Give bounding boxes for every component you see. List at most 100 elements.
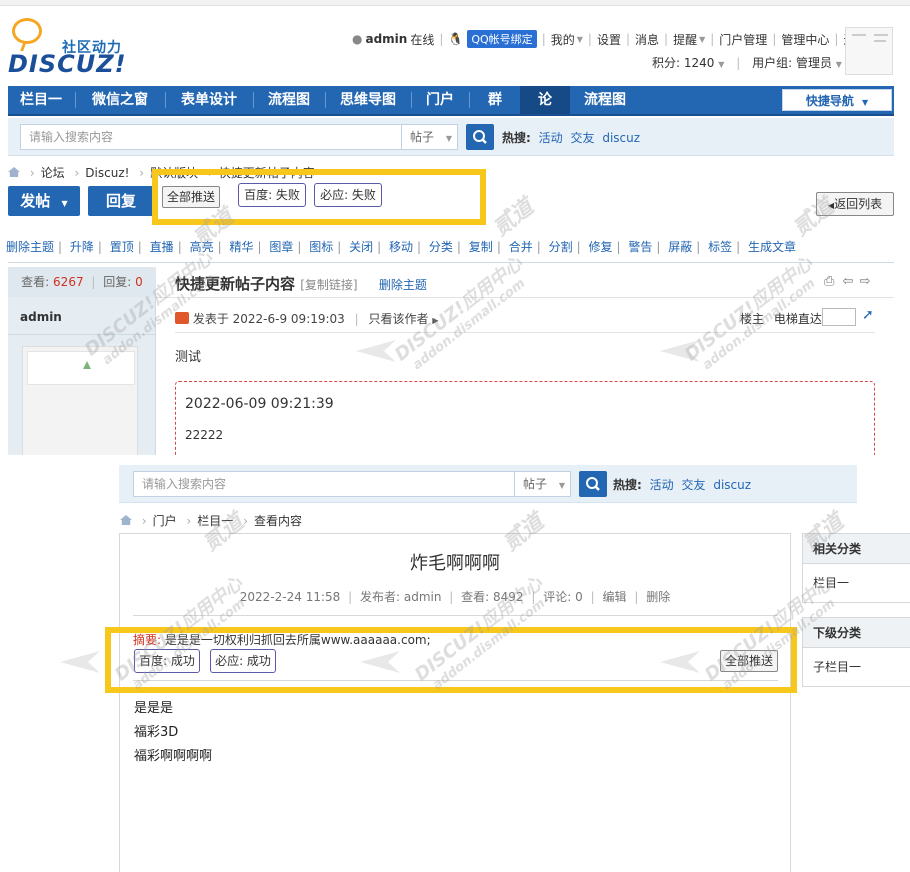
side-sub-item[interactable]: 子栏目一: [803, 648, 910, 686]
search-type-select[interactable]: 帖子 ▼: [515, 471, 571, 497]
crumb-forum[interactable]: 论坛: [41, 166, 65, 180]
search-input[interactable]: 请输入搜索内容: [20, 124, 402, 150]
hot-link-3[interactable]: discuz: [713, 478, 751, 492]
watermark-mark: 贰道: [488, 194, 539, 242]
crumb-portal[interactable]: 门户: [153, 514, 177, 528]
top-strip: [0, 0, 910, 6]
copy-link[interactable]: [复制链接]: [300, 278, 357, 292]
hot-link-2[interactable]: 交友: [570, 131, 594, 145]
prev-icon[interactable]: ⇦: [843, 274, 854, 289]
mod-action-10[interactable]: 移动: [389, 240, 413, 254]
article-comments[interactable]: 评论: 0: [543, 590, 583, 604]
quote-text: 22222: [185, 428, 224, 442]
menu-admin-center[interactable]: 管理中心: [781, 31, 829, 48]
hot-search: 热搜: 活动 交友 discuz: [502, 129, 640, 146]
menu-settings[interactable]: 设置: [597, 31, 621, 48]
mod-action-4[interactable]: 直播: [150, 240, 174, 254]
mod-action-14[interactable]: 分割: [549, 240, 573, 254]
delete-link[interactable]: 删除: [646, 590, 670, 604]
logo-text-en: DISCUZ!: [8, 50, 127, 78]
edit-link[interactable]: 编辑: [602, 590, 626, 604]
nav-item-1[interactable]: 栏目一: [8, 86, 74, 114]
author-name[interactable]: admin: [20, 310, 62, 324]
delete-thread-link[interactable]: 删除主题: [379, 278, 427, 292]
mod-action-2[interactable]: 升降: [70, 240, 94, 254]
side-sub: 下级分类 子栏目一: [802, 617, 910, 687]
home-icon[interactable]: [8, 167, 20, 177]
next-icon[interactable]: ⇨: [860, 274, 871, 289]
search-input[interactable]: 请输入搜索内容: [133, 471, 515, 497]
crumb-discuz[interactable]: Discuz!: [85, 166, 129, 180]
watermark-arrow-icon: [60, 651, 100, 673]
mod-action-15[interactable]: 修复: [588, 240, 612, 254]
post-meta: 发表于 2022-6-9 09:19:03 | 只看该作者 ▶: [175, 310, 439, 327]
usergroup-link[interactable]: 用户组: 管理员: [752, 56, 832, 70]
article-content: 是是是 福彩3D 福彩啊啊啊啊: [134, 697, 212, 769]
qq-bind-button[interactable]: QQ帐号绑定: [467, 30, 537, 48]
mod-action-19[interactable]: 生成文章: [748, 240, 796, 254]
print-icon[interactable]: ⎙: [824, 274, 834, 289]
hot-search: 热搜: 活动 交友 discuz: [613, 476, 751, 493]
content-line-2: 福彩3D: [134, 725, 179, 740]
mod-action-7[interactable]: 图章: [269, 240, 293, 254]
score-row: 积分: 1240 ▼ | 用户组: 管理员 ▼: [652, 56, 842, 70]
user-icon: ●: [352, 32, 363, 46]
bing-status-badge[interactable]: 必应: 失败: [314, 183, 382, 207]
mod-action-6[interactable]: 精华: [229, 240, 253, 254]
search-button[interactable]: [466, 124, 494, 150]
elevator-input[interactable]: [822, 308, 856, 326]
nav-item-9[interactable]: 流程图: [570, 86, 640, 114]
nav-item-7[interactable]: 群组: [470, 86, 520, 136]
hot-search-label: 热搜:: [502, 131, 531, 145]
mod-action-18[interactable]: 标签: [708, 240, 732, 254]
search-icon: [586, 477, 600, 491]
mod-action-3[interactable]: 置顶: [110, 240, 134, 254]
mod-action-9[interactable]: 关闭: [349, 240, 373, 254]
baidu-status-badge[interactable]: 百度: 失败: [238, 183, 306, 207]
hot-link-1[interactable]: 活动: [539, 131, 563, 145]
post-tools: ⎙ ⇦ ⇨: [824, 274, 871, 289]
chevron-down-icon: ▼: [835, 60, 842, 69]
nav-item-2[interactable]: 微信之窗: [76, 86, 164, 114]
search-button[interactable]: [579, 471, 607, 497]
views-count: 6267: [53, 275, 84, 289]
post-button[interactable]: 发帖 ▼: [8, 186, 80, 216]
mod-action-17[interactable]: 屏蔽: [668, 240, 692, 254]
replies-count: 0: [135, 275, 143, 289]
menu-mine[interactable]: 我的: [551, 31, 575, 48]
mod-action-1[interactable]: 删除主题: [6, 240, 54, 254]
chevron-down-icon: ▼: [445, 134, 452, 143]
mod-action-8[interactable]: 图标: [309, 240, 333, 254]
chevron-down-icon: ▼: [61, 199, 68, 208]
hot-link-3[interactable]: discuz: [602, 131, 640, 145]
search-type-select[interactable]: 帖子 ▼: [402, 124, 458, 150]
wrench-icon[interactable]: ➚: [862, 307, 874, 323]
content-line-1: 是是是: [134, 701, 174, 716]
hot-link-1[interactable]: 活动: [650, 478, 674, 492]
menu-messages[interactable]: 消息: [635, 31, 659, 48]
nav-item-6[interactable]: 门户: [412, 86, 468, 114]
nav-item-8-active[interactable]: 论坛: [520, 86, 570, 136]
menu-portal-manage[interactable]: 门户管理: [719, 31, 767, 48]
mod-action-11[interactable]: 分类: [429, 240, 453, 254]
hot-link-2[interactable]: 交友: [681, 478, 705, 492]
search-icon: [473, 130, 487, 144]
bing-status-badge[interactable]: 必应: 成功: [210, 649, 276, 673]
nav-item-3[interactable]: 表单设计: [166, 86, 252, 114]
username-link[interactable]: admin: [365, 32, 407, 46]
mod-action-16[interactable]: 警告: [628, 240, 652, 254]
author-avatar[interactable]: [22, 346, 138, 455]
reply-button[interactable]: 回复: [88, 186, 154, 216]
nav-item-4[interactable]: 流程图: [254, 86, 324, 114]
watermark-arrow-icon: [356, 340, 396, 362]
points-link[interactable]: 积分: 1240: [652, 56, 714, 70]
home-icon[interactable]: [120, 515, 132, 525]
menu-remind[interactable]: 提醒: [673, 31, 697, 48]
nav-item-5[interactable]: 思维导图: [326, 86, 410, 114]
avatar[interactable]: [845, 27, 893, 75]
quick-nav-button[interactable]: 快捷导航 ▼: [782, 89, 892, 111]
article-publisher[interactable]: 发布者: admin: [360, 590, 441, 604]
chevron-down-icon: ▼: [558, 481, 565, 490]
mod-action-12[interactable]: 复制: [469, 240, 493, 254]
online-status: 在线: [410, 32, 435, 47]
